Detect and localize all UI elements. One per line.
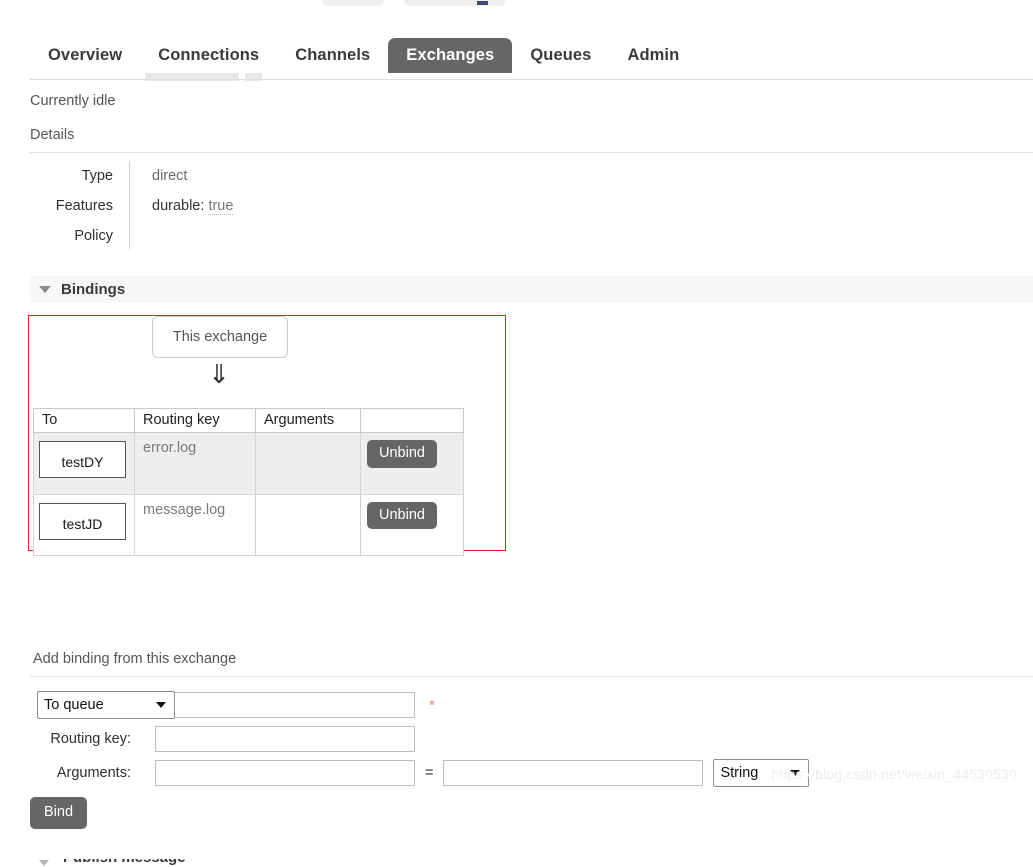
unbind-button[interactable]: Unbind	[367, 501, 437, 529]
form-row-routing-key: Routing key:	[0, 722, 1033, 756]
detail-key-features: Features	[55, 198, 113, 214]
cell-arguments	[255, 493, 361, 556]
detail-key-type: Type	[81, 168, 113, 184]
column-header-arguments: Arguments	[255, 408, 361, 433]
detail-value-type: direct	[129, 161, 630, 191]
clipped-pill-mark	[477, 1, 488, 5]
unbind-action-wrap: Unbind	[361, 495, 463, 556]
column-header-routing-key: Routing key	[134, 408, 256, 433]
bindings-table-body: testDY error.log Unbind testJD message.l…	[33, 432, 464, 556]
routing-key-label: Routing key:	[50, 731, 131, 747]
table-row: testJD message.log Unbind	[33, 493, 464, 556]
unbind-button[interactable]: Unbind	[367, 440, 437, 468]
bindings-table-head: To Routing key Arguments	[33, 408, 464, 433]
clipped-bottom-section-title: Publish message	[63, 859, 186, 866]
routing-key-value: error.log	[143, 440, 197, 456]
detail-row-features: Features durable: true	[30, 191, 630, 221]
tab-admin[interactable]: Admin	[609, 38, 697, 74]
add-binding-divider	[30, 676, 1033, 677]
bind-button-wrap: Bind	[30, 797, 88, 829]
arguments-value	[256, 495, 360, 550]
required-marker: *	[429, 696, 435, 714]
cell-action: Unbind	[360, 432, 464, 495]
details-divider	[30, 152, 1033, 153]
argument-key-input[interactable]	[155, 760, 415, 786]
equals-sign: =	[425, 765, 434, 781]
clipped-pill-left[interactable]	[322, 0, 384, 6]
triangle-down-icon[interactable]	[39, 286, 51, 293]
status-currently-idle: Currently idle	[30, 93, 116, 109]
add-binding-heading: Add binding from this exchange	[33, 651, 237, 667]
feature-name-durable: durable:	[152, 198, 205, 214]
clipped-bottom-section-header[interactable]: Publish message	[30, 859, 1033, 867]
tab-queues[interactable]: Queues	[512, 38, 609, 74]
bind-button[interactable]: Bind	[30, 797, 88, 829]
detail-row-policy: Policy	[30, 221, 630, 251]
bindings-header-row: To Routing key Arguments	[33, 408, 464, 433]
feature-value-durable: true	[208, 198, 234, 215]
triangle-down-icon[interactable]	[39, 860, 49, 866]
destination-type-wrap: To queue To exchange	[0, 691, 175, 719]
bindings-section-header[interactable]: Bindings	[30, 276, 1033, 303]
bindings-section-title: Bindings	[61, 281, 126, 298]
bindings-table: To Routing key Arguments testDY error.lo…	[33, 408, 464, 556]
clipped-top-controls	[0, 0, 1033, 6]
arguments-label: Arguments:	[56, 765, 131, 781]
tab-overview[interactable]: Overview	[30, 38, 140, 74]
down-arrow-icon: ⇓	[208, 359, 230, 389]
argument-value-input[interactable]	[443, 760, 704, 786]
tab-channels[interactable]: Channels	[277, 38, 388, 74]
queue-link-testjd[interactable]: testJD	[39, 502, 126, 540]
csdn-watermark: https://blog.csdn.net/weixin_44530530	[771, 766, 1017, 782]
routing-key-value: message.log	[143, 501, 226, 518]
cell-action: Unbind	[360, 493, 464, 556]
clipped-exchange-toolbar	[0, 73, 1033, 81]
queue-link-testdy[interactable]: testDY	[39, 441, 126, 478]
detail-value-features: durable: true	[129, 191, 630, 221]
routing-key-input[interactable]	[155, 726, 415, 752]
tab-exchanges[interactable]: Exchanges	[388, 37, 513, 73]
cell-routing-key: message.log	[134, 493, 256, 556]
detail-row-type: Type direct	[30, 161, 630, 191]
cell-to: testDY	[33, 432, 135, 495]
column-header-actions	[360, 408, 464, 433]
detail-value-policy	[129, 221, 630, 249]
tab-connections[interactable]: Connections	[140, 38, 277, 74]
this-exchange-node: This exchange	[152, 316, 288, 358]
cell-to: testJD	[33, 493, 135, 556]
column-header-to: To	[33, 408, 135, 433]
cell-arguments	[255, 432, 361, 495]
clipped-toolbar-divider	[30, 79, 1033, 80]
details-table: Type direct Features durable: true Polic…	[30, 161, 630, 251]
destination-type-select[interactable]: To queue To exchange	[37, 691, 175, 719]
unbind-action-wrap: Unbind	[361, 433, 463, 494]
table-row: testDY error.log Unbind	[33, 432, 464, 495]
form-row-destination: To queue To exchange : *	[0, 688, 1033, 722]
clipped-pill-right[interactable]	[404, 0, 506, 6]
destination-input[interactable]	[155, 692, 415, 718]
cell-routing-key: error.log	[134, 432, 256, 495]
details-heading: Details	[30, 127, 75, 143]
arguments-value	[256, 433, 360, 488]
main-navigation: Overview Connections Channels Exchanges …	[0, 28, 1033, 73]
destination-type-shell: To queue To exchange	[37, 691, 175, 719]
detail-key-policy: Policy	[74, 228, 113, 244]
nav-tab-list: Overview Connections Channels Exchanges …	[30, 28, 697, 73]
